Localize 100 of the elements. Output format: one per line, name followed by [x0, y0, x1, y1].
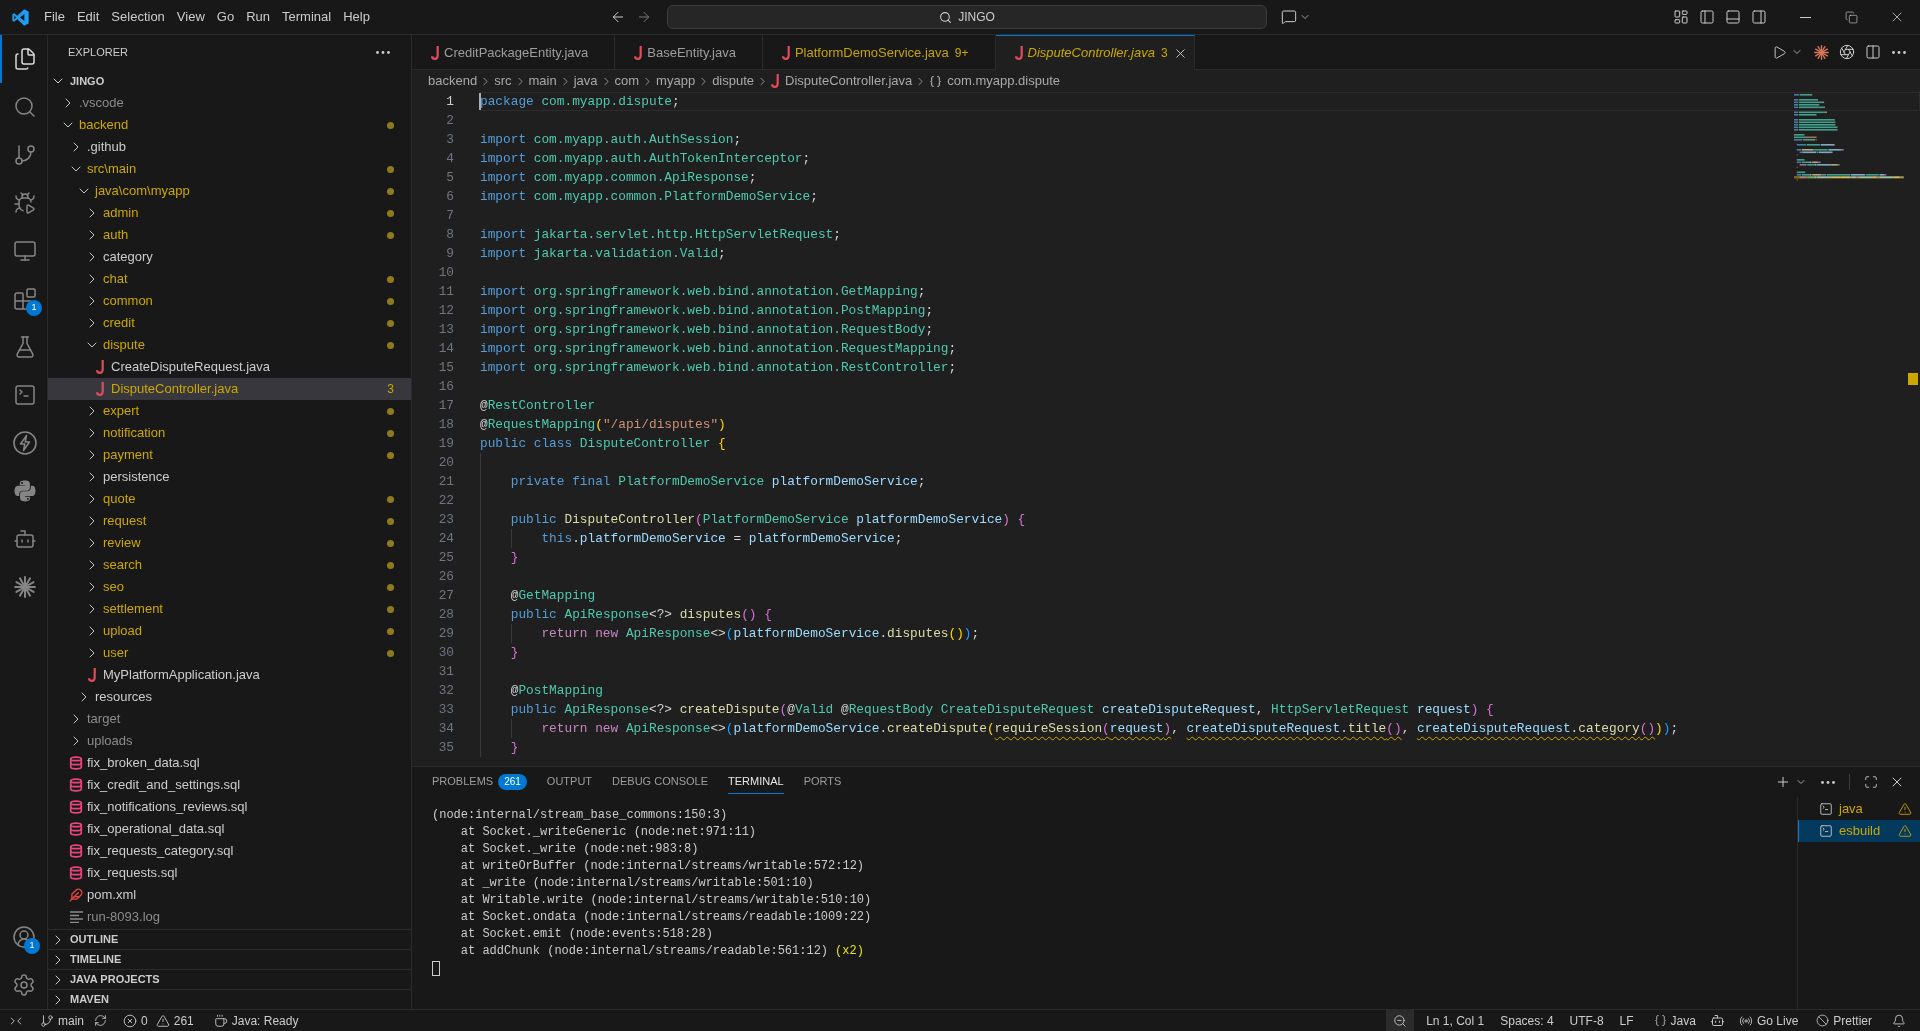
tree-item[interactable]: run-8093.log: [48, 906, 411, 928]
live-server-button[interactable]: Go Live: [1732, 1010, 1805, 1031]
encoding-button[interactable]: UTF-8: [1563, 1010, 1610, 1031]
formatter-button[interactable]: Prettier: [1810, 1010, 1878, 1031]
breadcrumb-item[interactable]: DisputeController.java: [771, 71, 913, 91]
tree-item[interactable]: fix_operational_data.sql: [48, 818, 411, 840]
tree-item[interactable]: expert: [48, 400, 411, 422]
line-number: 1: [445, 93, 455, 111]
panel-right-icon: [1751, 9, 1767, 25]
menu-item[interactable]: Edit: [70, 6, 106, 28]
breadcrumb-item[interactable]: backend: [428, 71, 478, 91]
section-header[interactable]: TIMELINE: [48, 949, 411, 969]
breadcrumb-item[interactable]: java: [573, 71, 598, 91]
search-field[interactable]: JINGO: [667, 5, 1267, 29]
breadcrumb-item[interactable]: myapp: [656, 71, 696, 91]
python-icon: [12, 479, 37, 503]
terminal-instance[interactable]: java: [1798, 798, 1920, 820]
tree-item[interactable]: CreateDisputeRequest.java: [48, 356, 411, 378]
tree-item[interactable]: MyPlatformApplication.java: [48, 664, 411, 686]
section-header[interactable]: JAVA PROJECTS: [48, 969, 411, 989]
panel-tab[interactable]: PROBLEMS 261: [432, 770, 527, 794]
tree-item[interactable]: admin: [48, 202, 411, 224]
tree-item[interactable]: pom.xml: [48, 884, 411, 906]
tree-item[interactable]: settlement: [48, 598, 411, 620]
tree-item[interactable]: backend: [48, 114, 411, 136]
database-icon: [69, 866, 83, 880]
panel-tab[interactable]: OUTPUT: [546, 770, 593, 794]
breadcrumb-item[interactable]: com: [614, 71, 640, 91]
tree-item[interactable]: uploads: [48, 730, 411, 752]
tree-item[interactable]: java\com\myapp: [48, 180, 411, 202]
menu-item[interactable]: Go: [210, 6, 241, 28]
tree-item[interactable]: .github: [48, 136, 411, 158]
code-line: public ApiResponse<?> createDispute(@Valid @RequestBody CreateDisputeRequest createDisputeRequest, HttpServletRequest request) {: [509, 701, 1494, 719]
terminal-line: at _write (node:internal/streams/writable:501:10): [459, 875, 814, 892]
menu-item[interactable]: Help: [337, 6, 376, 28]
line-number: 4: [445, 150, 455, 168]
terminal-instance[interactable]: esbuild: [1798, 820, 1920, 842]
editor-tab[interactable]: BaseEntity.java: [615, 35, 763, 70]
tree-item[interactable]: fix_broken_data.sql: [48, 752, 411, 774]
menu-item[interactable]: Terminal: [276, 6, 338, 28]
tree-item[interactable]: DisputeController.java 3: [48, 378, 411, 400]
tree-item[interactable]: fix_credit_and_settings.sql: [48, 774, 411, 796]
breadcrumb-item[interactable]: dispute: [712, 71, 755, 91]
tree-item[interactable]: fix_requests_category.sql: [48, 840, 411, 862]
tree-item[interactable]: request: [48, 510, 411, 532]
plus-icon: [1775, 774, 1791, 790]
section-header[interactable]: JINGO: [48, 70, 411, 92]
menu-item[interactable]: View: [170, 6, 211, 28]
accounts-button[interactable]: 1: [0, 913, 47, 961]
tree-item[interactable]: auth: [48, 224, 411, 246]
code-line: return new ApiResponse<>(platformDemoService.createDispute(requireSession(request), createDisputeRequest.title(), createDisputeRequest.category()));: [540, 720, 1679, 738]
tree-item[interactable]: chat: [48, 268, 411, 290]
panel-left-icon: [1699, 9, 1715, 25]
tree-item[interactable]: category: [48, 246, 411, 268]
code-line: @GetMapping: [509, 587, 596, 605]
tree-item[interactable]: persistence: [48, 466, 411, 488]
line-number: 7: [445, 207, 455, 225]
line-ending-button[interactable]: LF: [1613, 1010, 1640, 1031]
panel-tab[interactable]: DEBUG CONSOLE: [612, 770, 709, 794]
line-number: 17: [437, 397, 455, 415]
tree-item[interactable]: target: [48, 708, 411, 730]
tree-item[interactable]: review: [48, 532, 411, 554]
section-header[interactable]: OUTLINE: [48, 929, 411, 949]
tree-item[interactable]: notification: [48, 422, 411, 444]
tree-item[interactable]: fix_requests.sql: [48, 862, 411, 884]
breadcrumb-item[interactable]: com.myapp.dispute: [929, 71, 1060, 91]
line-number: 31: [437, 663, 455, 681]
language-button[interactable]: Java: [1647, 1010, 1702, 1031]
tree-item[interactable]: fix_notifications_reviews.sql: [48, 796, 411, 818]
java-status-button[interactable]: Java: Ready: [207, 1010, 305, 1031]
branch-button[interactable]: main: [34, 1010, 90, 1031]
tree-item[interactable]: dispute: [48, 334, 411, 356]
tree-item[interactable]: payment: [48, 444, 411, 466]
panel-tab[interactable]: TERMINAL: [728, 770, 784, 794]
tree-item[interactable]: common: [48, 290, 411, 312]
editor-tab[interactable]: PlatformDemoService.java 9+: [762, 35, 996, 70]
zoom-button[interactable]: [1386, 1010, 1415, 1031]
tree-item[interactable]: seo: [48, 576, 411, 598]
tree-item[interactable]: credit: [48, 312, 411, 334]
tree-item[interactable]: user: [48, 642, 411, 664]
tree-item[interactable]: src\main: [48, 158, 411, 180]
tree-item[interactable]: resources: [48, 686, 411, 708]
panel-tab[interactable]: PORTS: [803, 770, 842, 794]
tree-item[interactable]: search: [48, 554, 411, 576]
code-line: private final PlatformDemoService platformDemoService;: [509, 473, 926, 491]
branch-icon: [12, 143, 37, 167]
editor-tab[interactable]: CreditPackageEntity.java: [412, 35, 616, 70]
menu-item[interactable]: Run: [240, 6, 276, 28]
cursor-position-button[interactable]: Ln 1, Col 1: [1420, 1010, 1491, 1031]
menu-item[interactable]: Selection: [105, 6, 171, 28]
indentation-button[interactable]: Spaces: 4: [1494, 1010, 1560, 1031]
tree-item[interactable]: upload: [48, 620, 411, 642]
breadcrumb-item[interactable]: src: [494, 71, 512, 91]
tree-item[interactable]: quote: [48, 488, 411, 510]
editor-tab[interactable]: DisputeController.java 3: [995, 35, 1195, 70]
activity-button[interactable]: 1: [0, 275, 47, 323]
menu-item[interactable]: File: [38, 6, 71, 28]
problems-button[interactable]: 0 261: [117, 1010, 200, 1031]
tree-item[interactable]: .vscode: [48, 92, 411, 114]
breadcrumb-item[interactable]: main: [528, 71, 557, 91]
